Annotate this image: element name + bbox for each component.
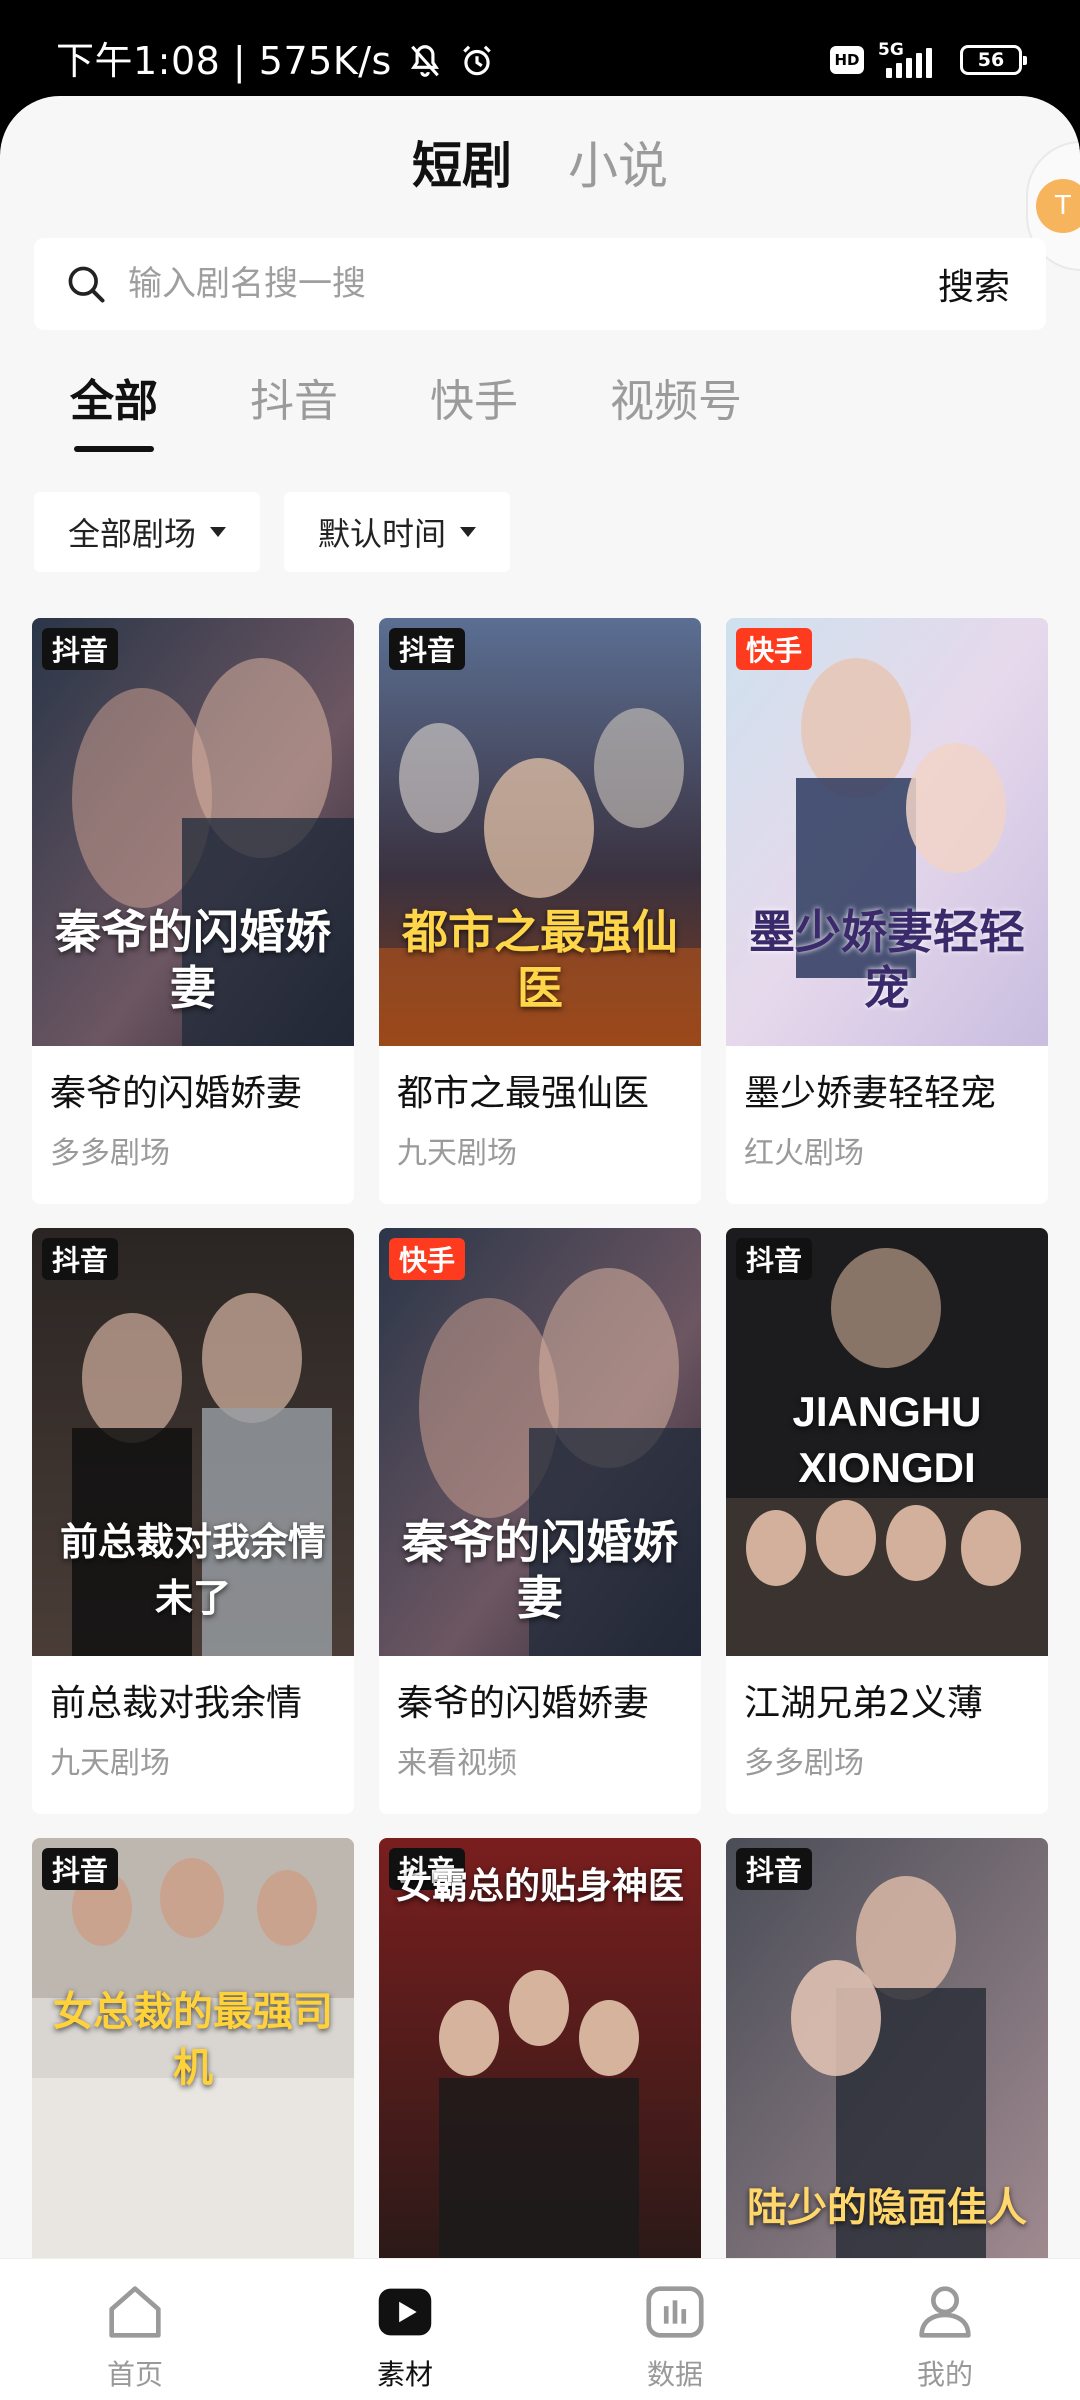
filter-bar: 全部剧场 默认时间	[34, 492, 511, 572]
tab-novel[interactable]: 小说	[568, 126, 668, 206]
play-icon	[378, 2288, 432, 2336]
search-bar: 搜索	[34, 238, 1046, 330]
theater-filter-label: 全部剧场	[68, 515, 197, 553]
nav-label: 数据	[646, 2358, 703, 2391]
search-button[interactable]: 搜索	[938, 258, 1010, 310]
poster-title: 墨少娇妻轻轻宠	[749, 905, 1025, 1015]
drama-theater: 九天剧场	[397, 1136, 517, 1171]
poster-title: 秦爷的闪婚娇妻	[55, 905, 331, 1015]
status-right: HD 5G 56	[830, 40, 1027, 80]
caret-down-icon	[460, 527, 477, 537]
drama-theater: 多多剧场	[50, 1136, 170, 1171]
drama-theater: 九天剧场	[50, 1746, 170, 1781]
user-icon	[919, 2286, 971, 2338]
platform-badge: 快手	[736, 628, 813, 670]
drama-poster: 抖音 前总裁对我余情未了	[32, 1228, 354, 1656]
drama-grid: 抖音 秦爷的闪婚娇妻 秦爷的闪婚娇妻 多多剧场 抖音 都市之最强仙医 都市之最强…	[32, 618, 1048, 2400]
drama-poster: 快手 墨少娇妻轻轻宠	[726, 618, 1048, 1046]
drama-title: 江湖兄弟2义薄	[744, 1683, 983, 1724]
drama-poster: 抖音 陆少的隐面佳人	[726, 1838, 1048, 2266]
poster-title: 秦爷的闪婚娇妻	[402, 1515, 678, 1625]
theater-filter-dropdown[interactable]: 全部剧场	[34, 492, 261, 572]
drama-poster: 快手 秦爷的闪婚娇妻	[379, 1228, 701, 1656]
floating-badge-icon: T	[1036, 179, 1080, 233]
drama-title: 秦爷的闪婚娇妻	[50, 1073, 303, 1114]
tab-douyin[interactable]: 抖音	[250, 372, 338, 452]
nav-profile[interactable]: 我的	[810, 2259, 1080, 2400]
sort-filter-label: 默认时间	[318, 515, 447, 553]
nav-material[interactable]: 素材	[270, 2259, 540, 2400]
platform-badge: 抖音	[736, 1848, 813, 1890]
poster-title: 陆少的隐面佳人	[747, 2184, 1027, 2231]
alarm-icon	[463, 45, 491, 76]
poster-title: JIANGHU XIONGDI	[792, 1388, 982, 1491]
battery-icon: 56	[960, 45, 1027, 75]
battery-level: 56	[977, 49, 1005, 71]
drama-card[interactable]: 抖音 都市之最强仙医 都市之最强仙医 九天剧场	[379, 618, 701, 1204]
nav-label: 素材	[376, 2358, 433, 2391]
drama-card[interactable]: 抖音 前总裁对我余情未了 前总裁对我余情 九天剧场	[32, 1228, 354, 1814]
tab-kuaishou[interactable]: 快手	[430, 372, 518, 452]
chart-icon	[646, 2286, 704, 2338]
status-bar: 下午1:08 | 575K/s HD 5G 56	[0, 0, 1080, 96]
tab-short-drama[interactable]: 短剧	[412, 126, 512, 206]
signal-icon: 5G	[878, 40, 946, 80]
platform-badge: 抖音	[389, 628, 466, 670]
nav-data[interactable]: 数据	[540, 2259, 810, 2400]
home-icon	[109, 2286, 161, 2338]
drama-poster: 抖音 都市之最强仙医	[379, 618, 701, 1046]
drama-title: 都市之最强仙医	[397, 1073, 650, 1114]
platform-badge: 抖音	[42, 1238, 119, 1280]
drama-poster: 抖音 女总裁的最强司机	[32, 1838, 354, 2266]
platform-badge: 抖音	[736, 1238, 813, 1280]
platform-badge: 抖音	[42, 1848, 119, 1890]
drama-poster: 抖音 秦爷的闪婚娇妻	[32, 618, 354, 1046]
drama-title: 前总裁对我余情	[50, 1683, 303, 1724]
drama-card[interactable]: 抖音 JIANGHU XIONGDI 江湖兄弟2义薄 多多剧场	[726, 1228, 1048, 1814]
poster-title: 都市之最强仙医	[402, 905, 678, 1015]
drama-title: 秦爷的闪婚娇妻	[397, 1683, 650, 1724]
nav-label: 我的	[916, 2358, 973, 2391]
poster-title: 女总裁的最强司机	[53, 1988, 333, 2091]
drama-card[interactable]: 快手 秦爷的闪婚娇妻 秦爷的闪婚娇妻 来看视频	[379, 1228, 701, 1814]
drama-poster: 抖音 JIANGHU XIONGDI	[726, 1228, 1048, 1656]
poster-title: 前总裁对我余情未了	[59, 1519, 326, 1620]
tab-all[interactable]: 全部	[70, 372, 158, 452]
search-icon	[68, 266, 105, 303]
sort-filter-dropdown[interactable]: 默认时间	[284, 492, 511, 572]
status-time: 下午1:08 | 575K/s	[56, 39, 392, 83]
mute-bell-icon	[410, 45, 439, 77]
tab-video-channel[interactable]: 视频号	[610, 372, 742, 452]
hd-badge: HD	[830, 46, 864, 74]
drama-card[interactable]: 快手 墨少娇妻轻轻宠 墨少娇妻轻轻宠 红火剧场	[726, 618, 1048, 1204]
drama-card[interactable]: 抖音 秦爷的闪婚娇妻 秦爷的闪婚娇妻 多多剧场	[32, 618, 354, 1204]
platform-badge: 快手	[389, 1238, 466, 1280]
search-input[interactable]	[128, 264, 908, 304]
poster-title: 女霸总的贴身神医	[395, 1865, 684, 1907]
platform-badge: 抖音	[42, 628, 119, 670]
drama-theater: 来看视频	[397, 1746, 517, 1781]
nav-home[interactable]: 首页	[0, 2259, 270, 2400]
drama-theater: 多多剧场	[744, 1746, 864, 1781]
platform-tabs: 全部 抖音 快手 视频号	[70, 372, 834, 452]
nav-label: 首页	[106, 2358, 163, 2391]
drama-title: 墨少娇妻轻轻宠	[744, 1073, 997, 1114]
drama-theater: 红火剧场	[744, 1136, 864, 1171]
caret-down-icon	[210, 527, 227, 537]
content-type-tabs: 短剧 小说	[0, 126, 1080, 206]
status-left: 下午1:08 | 575K/s	[56, 36, 496, 86]
bottom-nav: 首页 素材 数据 我的	[0, 2258, 1080, 2400]
drama-poster: 抖音 女霸总的贴身神医	[379, 1838, 701, 2266]
